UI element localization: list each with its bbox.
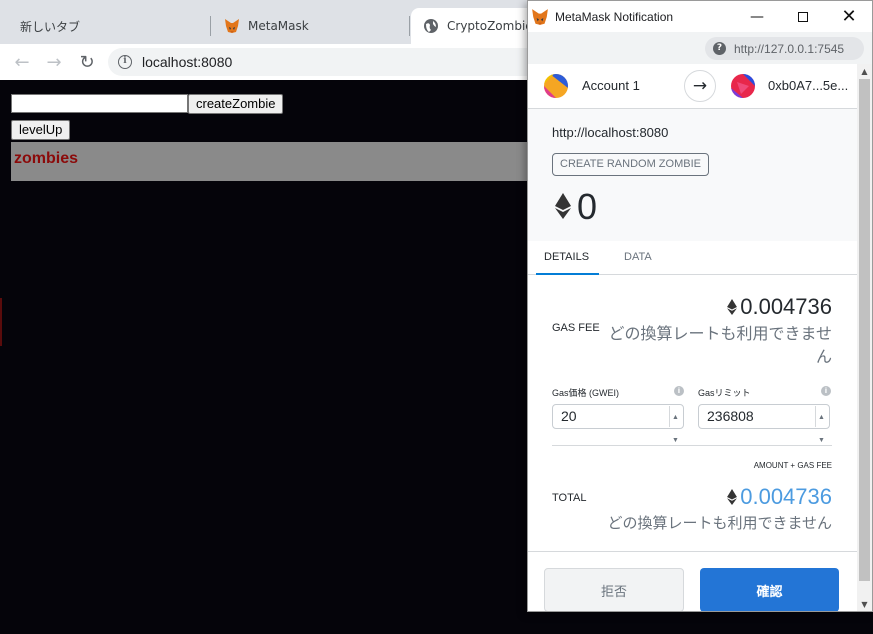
scroll-up-icon[interactable]: ▲ (857, 64, 872, 79)
confirm-button[interactable]: 確認 (700, 568, 839, 611)
tab-separator (409, 16, 410, 36)
transaction-value: 0 (577, 186, 598, 227)
gas-price-value: 20 (561, 408, 577, 424)
forward-arrow-icon[interactable]: → (42, 50, 66, 74)
gas-limit-value: 236808 (707, 408, 754, 424)
transaction-summary: http://localhost:8080 CREATE RANDOM ZOMB… (528, 109, 857, 241)
page-edge-accent (0, 298, 2, 346)
zombie-name-input[interactable] (11, 94, 188, 113)
ethereum-icon (555, 193, 571, 219)
ethereum-icon (727, 299, 738, 315)
address-bar[interactable]: i localhost:8080 (108, 48, 548, 76)
metamask-fox-icon (531, 8, 549, 26)
tab-metamask[interactable]: MetaMask (212, 8, 408, 44)
total-fiat: どの換算レートも利用できません (607, 514, 832, 532)
divider (552, 445, 832, 446)
metamask-popup: MetaMask Notification — ✕ ? http://127.0… (527, 0, 873, 612)
help-icon[interactable]: ? (713, 42, 726, 55)
scrollbar[interactable]: ▲ ▼ (857, 64, 872, 611)
close-icon[interactable]: ✕ (826, 1, 872, 32)
tab-separator (210, 16, 211, 36)
zombies-heading: zombies (14, 150, 79, 167)
minimize-icon[interactable]: — (734, 1, 780, 32)
gas-limit-stepper[interactable]: ▲ ▼ (815, 406, 827, 444)
gas-fee-row: GAS FEE 0.004736 どの換算レートも利用できません (552, 294, 832, 374)
total-value: 0.004736 (740, 484, 832, 509)
address-url: localhost:8080 (142, 54, 233, 70)
reject-button[interactable]: 拒否 (544, 568, 684, 611)
method-badge: CREATE RANDOM ZOMBIE (552, 153, 709, 176)
to-account-address: 0xb0A7...5e... (768, 78, 849, 93)
from-account-avatar (544, 74, 568, 98)
scrollbar-thumb[interactable] (859, 79, 870, 581)
page-bottom (0, 612, 873, 634)
tab-new-tab[interactable]: 新しいタブ (8, 8, 208, 44)
account-header: Account 1 → 0xb0A7...5e... (528, 64, 857, 109)
reload-icon[interactable]: ↻ (75, 50, 99, 74)
active-tab-indicator (536, 273, 599, 275)
tab-title: 新しいタブ (20, 19, 81, 34)
from-account-name: Account 1 (582, 78, 640, 93)
gas-price-input[interactable]: 20 ▲ ▼ (552, 404, 684, 444)
gas-fee-value: 0.004736 (740, 294, 832, 319)
confirm-transaction-view: Account 1 → 0xb0A7...5e... http://localh… (528, 64, 872, 611)
gas-fee-amount: 0.004736 (727, 294, 832, 320)
gas-limit-label: Gasリミット (698, 388, 751, 398)
gas-price-stepper[interactable]: ▲ ▼ (669, 406, 681, 444)
gas-fee-label: GAS FEE (552, 322, 600, 334)
info-icon[interactable]: i (674, 386, 684, 396)
level-up-button[interactable]: levelUp (11, 120, 71, 140)
globe-icon (423, 18, 439, 34)
tab-title: CryptoZombies (447, 19, 539, 33)
ethereum-icon (727, 489, 738, 505)
back-arrow-icon[interactable]: ← (10, 50, 34, 74)
popup-title: MetaMask Notification (555, 9, 674, 24)
gas-fee-fiat: どの換算レートも利用できません (608, 324, 832, 366)
popup-titlebar: MetaMask Notification — ✕ (528, 1, 872, 32)
scroll-down-icon[interactable]: ▼ (857, 597, 872, 611)
popup-url: http://127.0.0.1:7545 (734, 41, 845, 56)
popup-url-pill: ? http://127.0.0.1:7545 (705, 37, 864, 60)
popup-url-bar: ? http://127.0.0.1:7545 (528, 32, 872, 64)
total-caption: AMOUNT + GAS FEE (753, 461, 832, 470)
detail-tabs: DETAILS DATA (528, 241, 857, 275)
arrow-right-icon: → (684, 70, 716, 102)
request-origin: http://localhost:8080 (552, 125, 669, 140)
create-zombie-button[interactable]: createZombie (188, 94, 284, 114)
site-info-icon[interactable]: i (118, 55, 132, 69)
maximize-icon[interactable] (780, 1, 826, 32)
tab-cryptozombies[interactable]: CryptoZombies (411, 8, 541, 44)
action-footer: 拒否 確認 (528, 551, 857, 611)
gas-price-label: Gas価格 (GWEI) (552, 388, 619, 398)
tab-title: MetaMask (248, 19, 309, 33)
info-icon[interactable]: i (821, 386, 831, 396)
tab-details[interactable]: DETAILS (544, 251, 589, 263)
total-label: TOTAL (552, 492, 587, 504)
metamask-fox-icon (224, 18, 240, 34)
gas-limit-input[interactable]: 236808 ▲ ▼ (698, 404, 830, 444)
to-account-avatar (731, 74, 755, 98)
zombies-panel: zombies (11, 142, 541, 181)
tab-data[interactable]: DATA (624, 251, 652, 263)
total-amount: 0.004736 (727, 484, 832, 510)
